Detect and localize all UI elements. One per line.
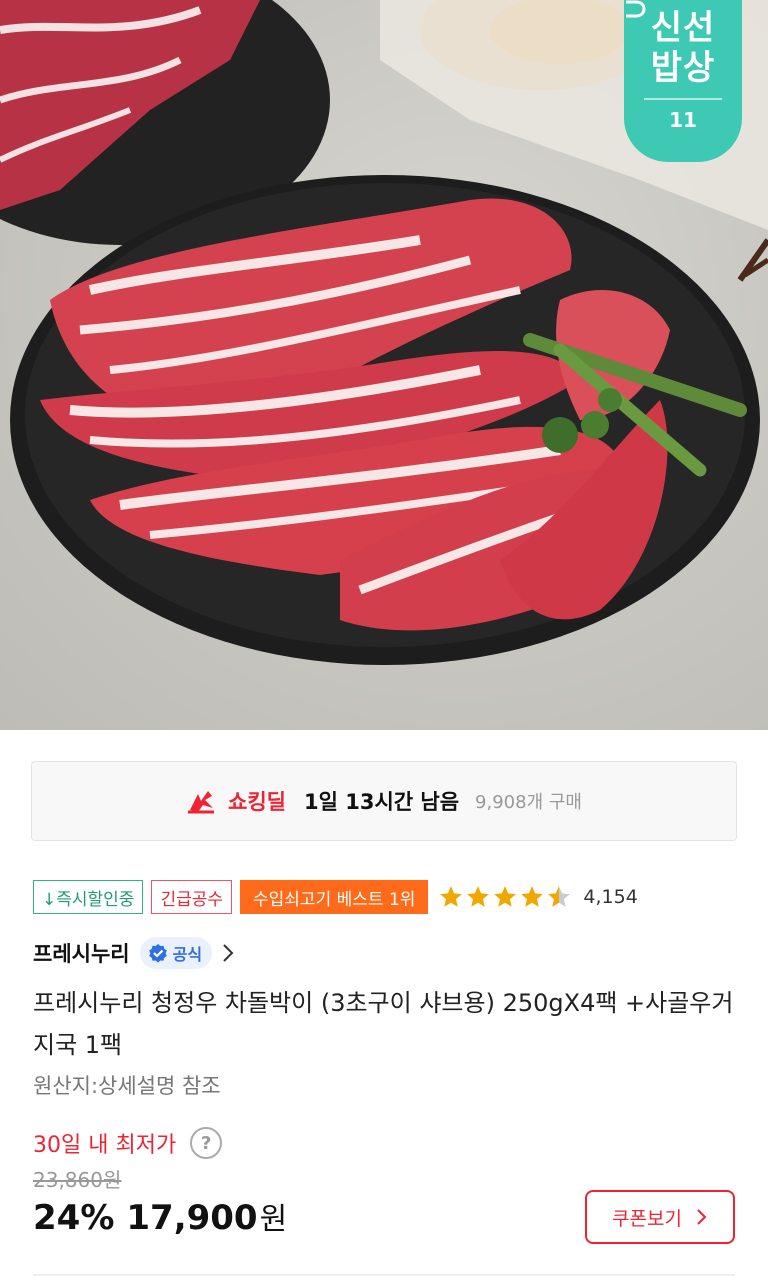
logo-arrow-icon	[626, 0, 646, 18]
tag-instant-discount: ↓즉시할인중	[33, 880, 144, 914]
badge-logo-text: 11	[669, 108, 697, 132]
tag-urgent-supply: 긴급공수	[151, 880, 233, 914]
price-amount: 17,900	[126, 1198, 258, 1238]
tag-best-rank[interactable]: 수입쇠고기 베스트 1위	[240, 880, 429, 914]
deal-name: 쇼킹딜	[228, 790, 286, 814]
deal-purchase-count: 9,908개 구매	[475, 792, 582, 813]
sale-price: 24% 17,900 원	[33, 1194, 287, 1238]
coupon-label: 쿠폰보기	[612, 1207, 682, 1230]
lowest-price-row: 30일 내 최저가 ?	[33, 1127, 223, 1159]
deal-time-left: 1일 13시간 남음	[303, 790, 460, 814]
review-count[interactable]: 4,154	[583, 886, 637, 908]
seller-name[interactable]: 프레시누리	[33, 938, 130, 968]
shocking-deal-banner[interactable]: 쇼킹딜 1일 13시간 남음 9,908개 구매	[31, 761, 737, 841]
fresh-table-badge: 신선 밥상 11	[624, 0, 742, 162]
badge-divider	[644, 98, 722, 100]
star-half-icon	[548, 886, 571, 907]
star-full-icon	[440, 886, 463, 907]
badge-11st-logo: 11	[626, 0, 697, 132]
product-tags-row: ↓즉시할인중 긴급공수 수입쇠고기 베스트 1위 4,154	[33, 878, 638, 916]
price-unit: 원	[259, 1202, 288, 1237]
verified-check-icon	[148, 944, 167, 963]
star-full-icon	[494, 886, 517, 907]
product-hero-image[interactable]: 신선 밥상 11	[0, 0, 768, 730]
original-price: 23,860원	[33, 1168, 122, 1192]
chevron-right-icon	[697, 1209, 707, 1225]
help-question-icon[interactable]: ?	[190, 1127, 223, 1159]
badge-line-2: 밥상	[650, 48, 716, 88]
chevron-right-icon[interactable]	[222, 943, 234, 963]
star-full-icon	[467, 886, 490, 907]
product-origin: 원산지:상세설명 참조	[33, 1074, 221, 1098]
section-divider	[33, 1274, 735, 1276]
lowest-price-label: 30일 내 최저가	[33, 1133, 177, 1158]
official-label: 공식	[172, 945, 203, 964]
shocking-deal-flag-icon	[188, 791, 215, 814]
discount-rate: 24%	[33, 1198, 115, 1238]
seller-row[interactable]: 프레시누리 공식	[33, 936, 234, 970]
badge-line-1: 신선	[650, 8, 716, 48]
official-badge: 공식	[139, 937, 213, 969]
star-full-icon	[521, 886, 544, 907]
view-coupon-button[interactable]: 쿠폰보기	[585, 1190, 735, 1244]
rating-stars[interactable]	[438, 884, 573, 910]
product-title: 프레시누리 청정우 차돌박이 (3초구이 샤브용) 250gX4팩 +사골우거지…	[33, 989, 734, 1059]
